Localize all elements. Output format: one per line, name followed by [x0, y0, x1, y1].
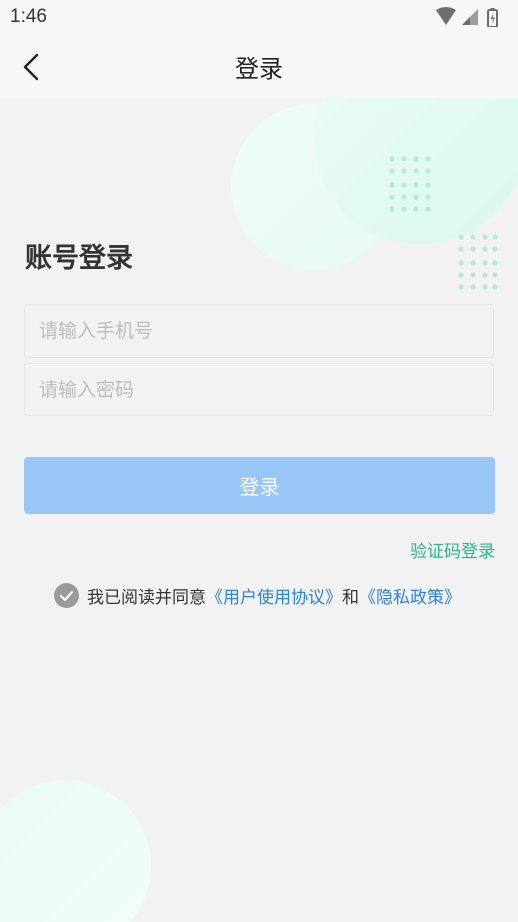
signal-icon: [462, 9, 478, 25]
agreement-prefix: 我已阅读并同意: [87, 587, 206, 608]
phone-field-container: [24, 304, 494, 358]
login-heading: 账号登录: [25, 243, 133, 274]
status-icons: [436, 7, 498, 27]
page-title: 登录: [235, 55, 283, 83]
checkmark-icon: [59, 590, 74, 601]
privacy-policy-link[interactable]: 《隐私政策》: [359, 583, 461, 608]
login-button[interactable]: 登录: [24, 457, 495, 514]
password-field-container: [24, 363, 494, 416]
app-header: 登录: [0, 36, 518, 98]
user-agreement-link[interactable]: 《用户使用协议》: [206, 583, 342, 608]
agreement-checkbox[interactable]: [54, 582, 79, 608]
wifi-icon: [436, 7, 456, 25]
status-bar: 1:46: [0, 0, 518, 36]
agreement-row: 我已阅读并同意 《用户使用协议》 和 《隐私政策》: [54, 582, 461, 608]
status-time: 1:46: [10, 6, 47, 27]
password-input[interactable]: [25, 364, 493, 415]
agreement-conjunction: 和: [342, 587, 359, 608]
sms-login-link[interactable]: 验证码登录: [410, 537, 495, 562]
battery-icon: [487, 8, 498, 27]
phone-input[interactable]: [25, 305, 493, 357]
